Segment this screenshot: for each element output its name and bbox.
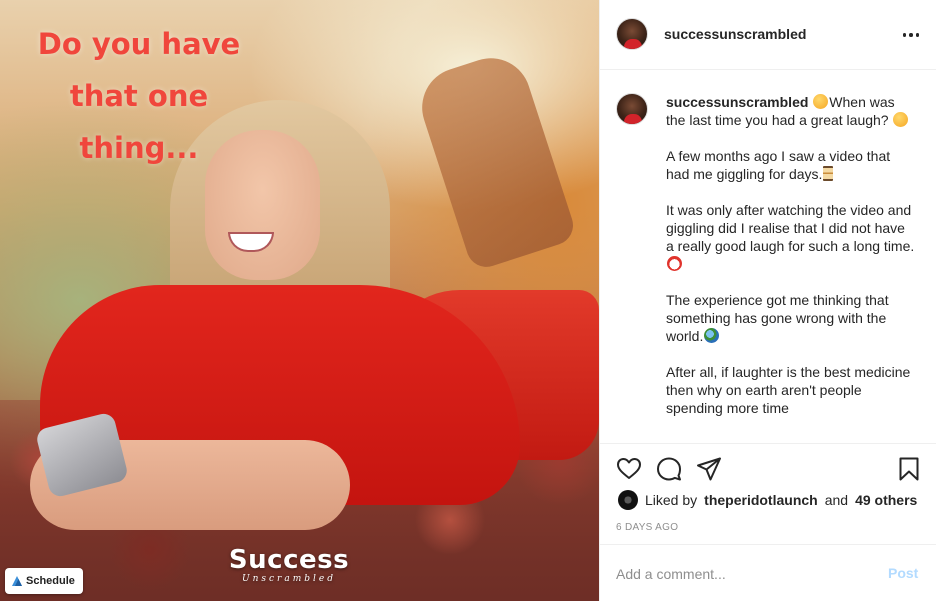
caption-paragraph: After all, if laughter is the best medic… xyxy=(666,364,911,416)
post-header: successunscrambled xyxy=(600,0,936,70)
globe-icon xyxy=(704,328,720,343)
post-image[interactable]: Do you have that one thing... Success Un… xyxy=(0,0,599,601)
liked-by-user-link[interactable]: theperidotlaunch xyxy=(704,492,818,508)
comment-icon[interactable] xyxy=(656,456,682,482)
likes-prefix: Liked by xyxy=(645,492,698,508)
caption-paragraph: It was only after watching the video and… xyxy=(666,202,915,254)
avatar[interactable] xyxy=(616,93,648,125)
post-timestamp[interactable]: 6 DAYS AGO xyxy=(616,522,678,533)
comment-input[interactable] xyxy=(616,563,876,585)
laughing-face-icon xyxy=(813,94,829,109)
calendar-icon xyxy=(12,576,22,586)
heart-icon[interactable] xyxy=(616,456,642,482)
alarm-clock-icon xyxy=(667,256,682,271)
likes-others-link[interactable]: 49 others xyxy=(855,492,917,508)
avatar[interactable] xyxy=(616,18,648,50)
likes-summary: Liked by theperidotlaunch and 49 others xyxy=(618,490,917,510)
overlay-line: thing... xyxy=(79,131,199,165)
caption-scroll-area[interactable]: successunscrambled When was the last tim… xyxy=(600,71,936,443)
hourglass-icon xyxy=(823,166,834,181)
image-overlay-text: Do you have that one thing... xyxy=(34,18,244,174)
caption-paragraph: A few months ago I saw a video that had … xyxy=(666,148,891,182)
share-icon[interactable] xyxy=(696,456,722,482)
bookmark-icon[interactable] xyxy=(896,456,922,482)
laughing-face-icon xyxy=(893,112,909,127)
photo-background-boots xyxy=(411,47,579,273)
post-side-panel: successunscrambled successunscrambled Wh… xyxy=(599,0,936,601)
caption-paragraph: The experience got me thinking that some… xyxy=(666,292,889,344)
schedule-label: Schedule xyxy=(26,575,75,587)
caption-username[interactable]: successunscrambled xyxy=(666,94,808,110)
overlay-line: Do you have xyxy=(37,27,241,61)
post-caption: successunscrambled When was the last tim… xyxy=(666,93,916,435)
likes-conjunction: and xyxy=(824,492,849,508)
comment-composer: Post xyxy=(600,544,936,601)
brand-watermark: Success Unscrambled xyxy=(224,546,354,584)
schedule-button[interactable]: Schedule xyxy=(5,568,83,594)
avatar[interactable] xyxy=(618,490,638,510)
overlay-line: that one xyxy=(69,79,209,113)
post-actions: Liked by theperidotlaunch and 49 others … xyxy=(600,443,936,601)
more-icon[interactable] xyxy=(900,24,922,46)
brand-subtitle: Unscrambled xyxy=(242,574,336,584)
header-username[interactable]: successunscrambled xyxy=(664,26,806,42)
post-comment-button[interactable]: Post xyxy=(888,565,918,581)
brand-name: Success xyxy=(228,545,350,575)
